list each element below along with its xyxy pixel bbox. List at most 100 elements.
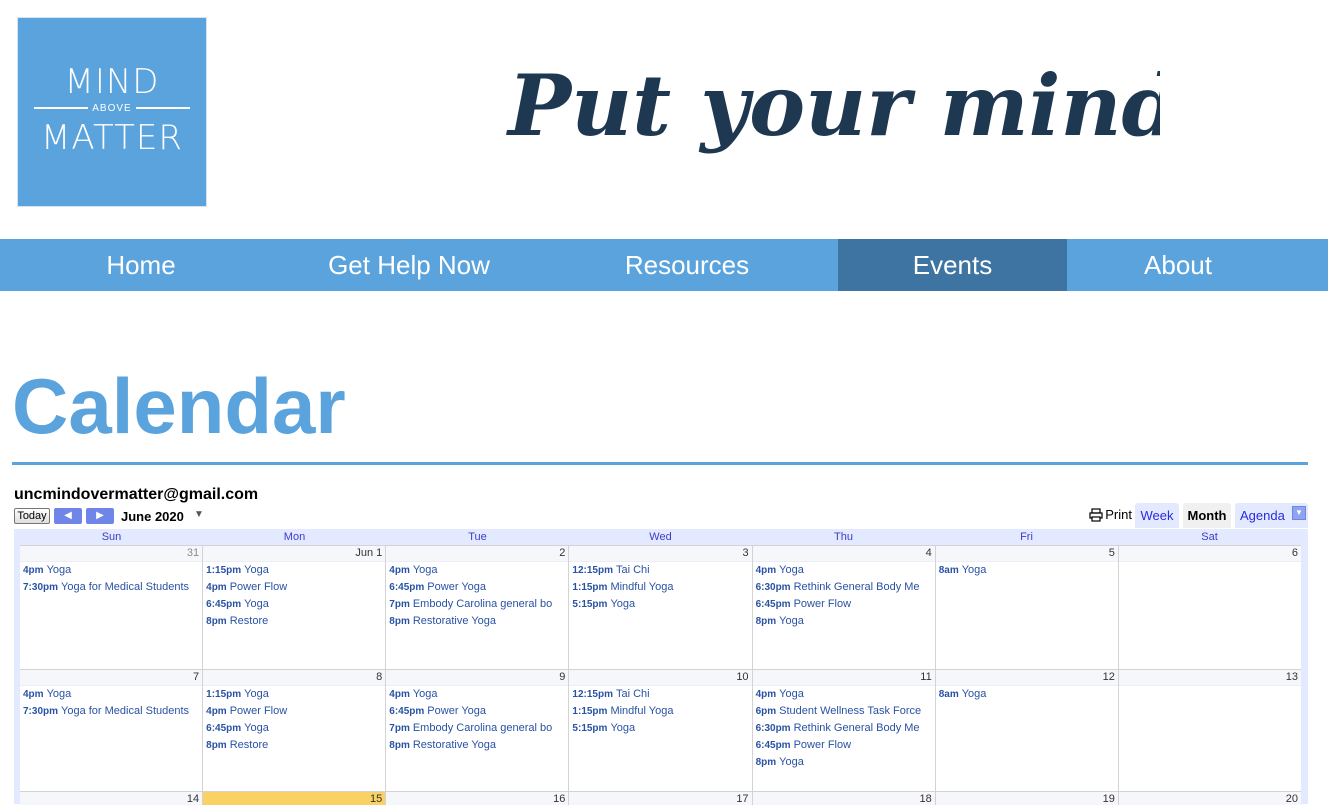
- chevron-down-icon[interactable]: ▼: [1292, 506, 1306, 520]
- calendar-day[interactable]: 20: [1117, 791, 1301, 805]
- calendar-day[interactable]: 3 12:15pm Tai Chi 1:15pm Mindful Yoga 5:15pm Y…: [568, 545, 752, 669]
- day-number[interactable]: 19: [935, 792, 1118, 805]
- arrow-left-icon[interactable]: ◀: [54, 508, 82, 524]
- event-title: Student Wellness Task Force: [779, 705, 922, 717]
- calendar-day[interactable]: 5 8am Yoga: [934, 545, 1118, 669]
- calendar-event[interactable]: 7pm Embody Carolina general bo: [386, 596, 568, 613]
- calendar-day[interactable]: 4 4pm Yoga 6:30pm Rethink General Body Me 6:4…: [751, 545, 935, 669]
- calendar-event[interactable]: 1:15pm Mindful Yoga: [569, 703, 751, 720]
- nav-about[interactable]: About: [1067, 239, 1289, 291]
- calendar-day[interactable]: 7 4pm Yoga 7:30pm Yoga for Medical Students: [20, 669, 203, 791]
- calendar-event[interactable]: 1:15pm Yoga: [203, 562, 385, 579]
- calendar-event[interactable]: 4pm Yoga: [753, 686, 935, 703]
- day-number[interactable]: 31: [20, 546, 203, 562]
- nav-events[interactable]: Events: [838, 239, 1067, 291]
- nav-home[interactable]: Home: [0, 239, 282, 291]
- calendar-event[interactable]: 4pm Power Flow: [203, 703, 385, 720]
- calendar-event[interactable]: 7pm Embody Carolina general bo: [386, 720, 568, 737]
- print-button[interactable]: Print: [1089, 507, 1132, 522]
- nav-get-help-now[interactable]: Get Help Now: [282, 239, 536, 291]
- event-time: 1:15pm: [206, 565, 242, 576]
- tab-agenda[interactable]: Agenda ▼: [1235, 503, 1308, 528]
- day-number[interactable]: 16: [386, 792, 569, 805]
- calendar-day[interactable]: 18: [751, 791, 935, 805]
- calendar-event[interactable]: 8am Yoga: [936, 686, 1118, 703]
- day-number[interactable]: 8: [203, 670, 386, 686]
- calendar-day[interactable]: 13: [1117, 669, 1301, 791]
- event-time: 1:15pm: [572, 582, 608, 593]
- calendar-event[interactable]: 4pm Yoga: [753, 562, 935, 579]
- calendar-day[interactable]: 31 4pm Yoga 7:30pm Yoga for Medical Students: [20, 545, 203, 669]
- day-number[interactable]: 9: [386, 670, 569, 686]
- calendar-day[interactable]: 6: [1117, 545, 1301, 669]
- calendar-event[interactable]: 8pm Yoga: [753, 613, 935, 630]
- day-number[interactable]: 5: [935, 546, 1118, 562]
- calendar-event[interactable]: 4pm Yoga: [20, 562, 202, 579]
- calendar-event[interactable]: 4pm Yoga: [386, 686, 568, 703]
- day-number[interactable]: 4: [752, 546, 935, 562]
- day-number[interactable]: 7: [20, 670, 203, 686]
- calendar-event[interactable]: 8pm Restorative Yoga: [386, 613, 568, 630]
- calendar-event[interactable]: 6:45pm Power Yoga: [386, 703, 568, 720]
- arrow-right-icon[interactable]: ▶: [86, 508, 114, 524]
- calendar-event[interactable]: 6:30pm Rethink General Body Me: [753, 720, 935, 737]
- calendar-day[interactable]: 2 4pm Yoga 6:45pm Power Yoga 7pm Embody Caroli…: [385, 545, 569, 669]
- calendar-event[interactable]: 6:45pm Power Yoga: [386, 579, 568, 596]
- site-logo[interactable]: MIND ABOVE MATTER: [17, 17, 207, 207]
- calendar-event[interactable]: 8pm Restorative Yoga: [386, 737, 568, 754]
- day-number[interactable]: 17: [569, 792, 752, 805]
- calendar-day[interactable]: 8 1:15pm Yoga 4pm Power Flow 6:45pm Yoga 8pm Res…: [202, 669, 386, 791]
- calendar-event[interactable]: 8pm Restore: [203, 613, 385, 630]
- calendar-day[interactable]: 16: [385, 791, 569, 805]
- calendar-event[interactable]: 7:30pm Yoga for Medical Students: [20, 579, 202, 596]
- day-number[interactable]: 20: [1118, 792, 1301, 805]
- calendar-day[interactable]: Jun 1 1:15pm Yoga 4pm Power Flow 6:45pm Yoga 8p…: [202, 545, 386, 669]
- day-number[interactable]: 10: [569, 670, 752, 686]
- event-time: 5:15pm: [572, 599, 608, 610]
- day-number[interactable]: 11: [752, 670, 935, 686]
- calendar-day[interactable]: 19: [934, 791, 1118, 805]
- day-number[interactable]: 18: [752, 792, 935, 805]
- calendar-day[interactable]: 12 8am Yoga: [934, 669, 1118, 791]
- calendar-day[interactable]: 14: [20, 791, 203, 805]
- calendar-event[interactable]: 6pm Student Wellness Task Force: [753, 703, 935, 720]
- day-number[interactable]: Jun 1: [203, 546, 386, 562]
- calendar-event[interactable]: 7:30pm Yoga for Medical Students: [20, 703, 202, 720]
- day-number[interactable]: 15: [203, 792, 386, 805]
- day-number[interactable]: 14: [20, 792, 203, 805]
- calendar-event[interactable]: 12:15pm Tai Chi: [569, 562, 751, 579]
- calendar-day[interactable]: 9 4pm Yoga 6:45pm Power Yoga 7pm Embody Caroli…: [385, 669, 569, 791]
- calendar-event[interactable]: 8am Yoga: [936, 562, 1118, 579]
- calendar-event[interactable]: 8pm Yoga: [753, 754, 935, 771]
- calendar-event[interactable]: 5:15pm Yoga: [569, 596, 751, 613]
- calendar-event[interactable]: 1:15pm Yoga: [203, 686, 385, 703]
- day-number[interactable]: 12: [935, 670, 1118, 686]
- event-time: 12:15pm: [572, 565, 613, 576]
- day-number[interactable]: 13: [1118, 670, 1301, 686]
- calendar-event[interactable]: 5:15pm Yoga: [569, 720, 751, 737]
- calendar-event[interactable]: 4pm Power Flow: [203, 579, 385, 596]
- day-number[interactable]: 2: [386, 546, 569, 562]
- calendar-event[interactable]: 6:45pm Yoga: [203, 596, 385, 613]
- calendar-event[interactable]: 4pm Yoga: [386, 562, 568, 579]
- today-button[interactable]: Today: [14, 508, 50, 524]
- calendar-event[interactable]: 1:15pm Mindful Yoga: [569, 579, 751, 596]
- calendar-day-today[interactable]: 15: [202, 791, 386, 805]
- calendar-event[interactable]: 4pm Yoga: [20, 686, 202, 703]
- calendar-event[interactable]: 12:15pm Tai Chi: [569, 686, 751, 703]
- event-title: Rethink General Body Me: [793, 581, 920, 593]
- tab-month[interactable]: Month: [1183, 503, 1231, 528]
- tab-week[interactable]: Week: [1135, 503, 1179, 528]
- calendar-event[interactable]: 6:45pm Yoga: [203, 720, 385, 737]
- calendar-day[interactable]: 10 12:15pm Tai Chi 1:15pm Mindful Yoga 5:15pm…: [568, 669, 752, 791]
- day-number[interactable]: 3: [569, 546, 752, 562]
- calendar-day[interactable]: 17: [568, 791, 752, 805]
- day-number[interactable]: 6: [1118, 546, 1301, 562]
- nav-resources[interactable]: Resources: [536, 239, 838, 291]
- calendar-event[interactable]: 6:45pm Power Flow: [753, 737, 935, 754]
- calendar-event[interactable]: 8pm Restore: [203, 737, 385, 754]
- chevron-down-icon[interactable]: ▼: [194, 509, 204, 520]
- calendar-event[interactable]: 6:30pm Rethink General Body Me: [753, 579, 935, 596]
- calendar-event[interactable]: 6:45pm Power Flow: [753, 596, 935, 613]
- calendar-day[interactable]: 11 4pm Yoga 6pm Student Wellness Task Force 6…: [751, 669, 935, 791]
